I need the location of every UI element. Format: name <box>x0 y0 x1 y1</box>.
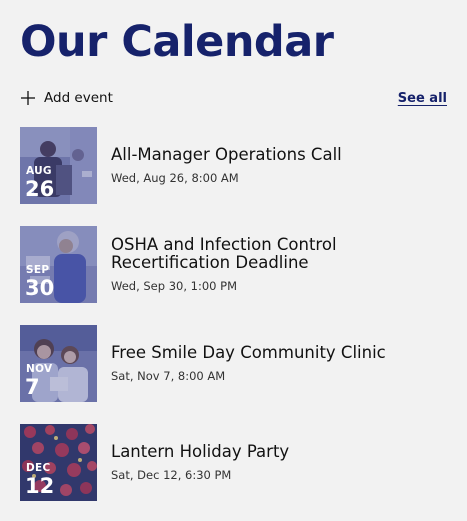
event-details: All-Manager Operations Call Wed, Aug 26,… <box>111 127 342 204</box>
event-time: Wed, Sep 30, 1:00 PM <box>111 279 237 293</box>
event-details: OSHA and Infection Control Recertificati… <box>111 226 411 303</box>
event-day: 12 <box>25 474 55 498</box>
event-thumbnail: DEC 12 <box>20 424 97 501</box>
event-title[interactable]: Lantern Holiday Party <box>111 443 289 461</box>
event-time: Sat, Dec 12, 6:30 PM <box>111 468 232 482</box>
event-month: NOV <box>26 363 53 375</box>
event-day: 26 <box>25 177 55 201</box>
event-thumbnail: NOV 7 <box>20 325 97 402</box>
page-title: Our Calendar <box>20 17 334 67</box>
plus-icon <box>21 91 35 105</box>
event-month: AUG <box>26 165 52 177</box>
actions-row: Add event See all <box>20 86 447 110</box>
event-title[interactable]: All-Manager Operations Call <box>111 146 342 164</box>
see-all-link[interactable]: See all <box>398 91 447 106</box>
event-item[interactable]: DEC 12 Lantern Holiday Party Sat, Dec 12… <box>20 424 447 501</box>
event-title[interactable]: Free Smile Day Community Clinic <box>111 344 386 362</box>
event-month: SEP <box>26 264 50 276</box>
add-event-button[interactable]: Add event <box>20 90 113 106</box>
event-item[interactable]: AUG 26 All-Manager Operations Call Wed, … <box>20 127 447 204</box>
event-title[interactable]: OSHA and Infection Control Recertificati… <box>111 236 411 272</box>
event-time: Sat, Nov 7, 8:00 AM <box>111 369 226 383</box>
event-details: Free Smile Day Community Clinic Sat, Nov… <box>111 325 386 402</box>
event-item[interactable]: SEP 30 OSHA and Infection Control Recert… <box>20 226 447 303</box>
add-event-label: Add event <box>44 90 113 106</box>
event-month: DEC <box>26 462 51 474</box>
event-thumbnail: SEP 30 <box>20 226 97 303</box>
event-thumbnail: AUG 26 <box>20 127 97 204</box>
event-item[interactable]: NOV 7 Free Smile Day Community Clinic Sa… <box>20 325 447 402</box>
event-day: 30 <box>25 276 55 300</box>
event-time: Wed, Aug 26, 8:00 AM <box>111 171 239 185</box>
event-details: Lantern Holiday Party Sat, Dec 12, 6:30 … <box>111 424 289 501</box>
event-day: 7 <box>25 375 40 399</box>
